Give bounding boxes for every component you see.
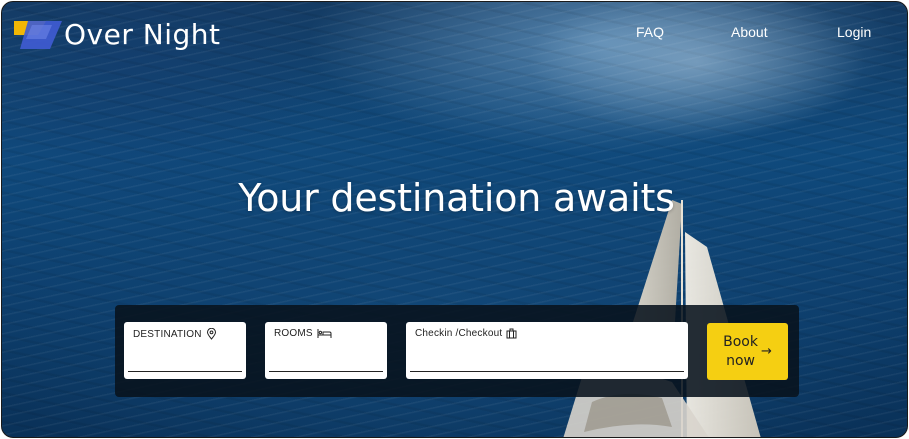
destination-label: DESTINATION — [133, 328, 202, 340]
book-now-button[interactable]: Book now → — [707, 323, 788, 380]
map-pin-icon — [206, 328, 216, 340]
rooms-label: ROOMS — [274, 328, 313, 339]
arrow-right-icon: → — [760, 344, 772, 359]
rooms-label-row: ROOMS — [274, 328, 378, 339]
book-now-label: Book now — [723, 333, 758, 371]
dates-input[interactable] — [412, 348, 682, 370]
dates-label-row: Checkin /Checkout — [415, 328, 679, 339]
destination-label-row: DESTINATION — [133, 328, 237, 340]
hero-title: Your destination awaits — [238, 176, 675, 220]
dates-label: Checkin /Checkout — [415, 328, 503, 339]
luggage-icon — [506, 328, 517, 339]
nav-link-about[interactable]: About — [731, 24, 768, 40]
destination-underline — [128, 370, 242, 372]
rooms-field[interactable]: ROOMS — [265, 322, 387, 379]
book-now-line1: Book — [723, 333, 758, 350]
destination-field[interactable]: DESTINATION — [124, 322, 246, 379]
book-now-line2: now — [726, 352, 755, 369]
nav-link-login[interactable]: Login — [837, 24, 871, 40]
booking-bar: DESTINATION ROOMS Checkin /Checkout Book… — [115, 305, 799, 397]
nav-link-faq[interactable]: FAQ — [636, 24, 664, 40]
rooms-underline — [269, 370, 383, 372]
rooms-input[interactable] — [271, 348, 381, 370]
destination-input[interactable] — [130, 348, 240, 370]
dates-underline — [410, 370, 684, 372]
hero-section: Over Night FAQ About Login Your destinat… — [1, 1, 908, 438]
checkin-checkout-field[interactable]: Checkin /Checkout — [406, 322, 688, 379]
bed-icon — [317, 329, 332, 338]
top-nav: FAQ About Login — [2, 24, 907, 44]
